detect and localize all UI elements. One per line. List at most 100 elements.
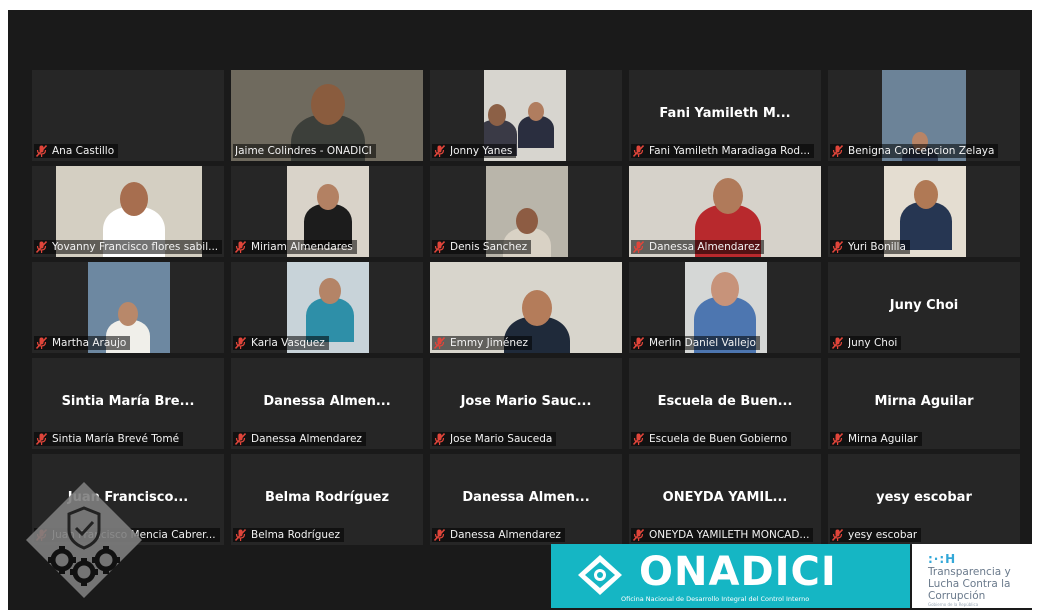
participant-name: Yovanny Francisco flores sabil...	[52, 241, 219, 253]
participant-tile[interactable]: Jaime Colindres - ONADICI	[231, 70, 423, 161]
participant-name-label: Jonny Yanes	[432, 144, 517, 158]
participant-tile[interactable]: yesy escobar yesy escobar	[828, 454, 1020, 545]
participant-tile[interactable]: Fani Yamileth M... Fani Yamileth Maradiag…	[629, 70, 821, 161]
muted-mic-icon	[633, 241, 644, 253]
participant-tile[interactable]: Danessa Almen... Danessa Almendarez	[231, 358, 423, 449]
onadici-emblem-icon	[578, 555, 622, 595]
onadici-logo-banner: ONADICI Oficina Nacional de Desarrollo I…	[551, 544, 910, 608]
participant-name-label: Mirna Aguilar	[830, 432, 922, 446]
participant-tile[interactable]: Sintia María Bre... Sintia María Brevé To…	[32, 358, 224, 449]
participant-name-label: Karla Vasquez	[233, 336, 329, 350]
participant-name-label: ONEYDA YAMILETH MONCAD...	[631, 528, 814, 542]
muted-mic-icon	[235, 337, 246, 349]
participant-tile[interactable]: Jose Mario Sauc... Jose Mario Sauceda	[430, 358, 622, 449]
participant-tile[interactable]: Karla Vasquez	[231, 262, 423, 353]
muted-mic-icon	[832, 433, 843, 445]
muted-mic-icon	[434, 241, 445, 253]
muted-mic-icon	[633, 337, 644, 349]
participant-name: Danessa Almendarez	[450, 529, 561, 541]
muted-mic-icon	[832, 241, 843, 253]
participant-name: Denis Sanchez	[450, 241, 528, 253]
muted-mic-icon	[633, 433, 644, 445]
participant-display-name: Fani Yamileth M...	[659, 106, 791, 121]
participant-display-name: Belma Rodríguez	[264, 490, 390, 505]
participant-name: Jose Mario Sauceda	[450, 433, 553, 445]
participant-name-label: Denis Sanchez	[432, 240, 532, 254]
participant-name-label: Jose Mario Sauceda	[432, 432, 557, 446]
participant-name: Sintia María Brevé Tomé	[52, 433, 180, 445]
participant-name-label: yesy escobar	[830, 528, 922, 542]
participant-name-label: Juny Choi	[830, 336, 902, 350]
participant-tile[interactable]: Miriam Almendares	[231, 166, 423, 257]
transparencia-small-text: Gobierno de la República	[928, 602, 979, 607]
participant-display-name: Sintia María Bre...	[61, 394, 195, 409]
transparencia-text: Transparencia y Lucha Contra la Corrupci…	[928, 566, 1011, 602]
participant-name: yesy escobar	[848, 529, 918, 541]
participant-name: Escuela de Buen Gobierno	[649, 433, 788, 445]
muted-mic-icon	[832, 529, 843, 541]
participant-name-label: Danessa Almendarez	[233, 432, 366, 446]
transparencia-mark-icon: :·:H	[928, 552, 957, 566]
participant-name: ONEYDA YAMILETH MONCAD...	[649, 529, 810, 541]
participant-display-name: Jose Mario Sauc...	[460, 394, 592, 409]
participant-tile[interactable]: Yovanny Francisco flores sabil...	[32, 166, 224, 257]
participant-tile[interactable]: Emmy Jiménez	[430, 262, 622, 353]
participant-name-label: Danessa Almendarez	[432, 528, 565, 542]
onadici-wordmark: ONADICI	[639, 549, 837, 595]
participant-name-label: Benigna Concepcion Zelaya	[830, 144, 999, 158]
participant-tile[interactable]: ONEYDA YAMIL... ONEYDA YAMILETH MONCAD...	[629, 454, 821, 545]
participant-tile[interactable]: Benigna Concepcion Zelaya	[828, 70, 1020, 161]
participant-name: Emmy Jiménez	[450, 337, 528, 349]
participant-name: Fani Yamileth Maradiaga Rod...	[649, 145, 811, 157]
muted-mic-icon	[36, 337, 47, 349]
participant-name: Yuri Bonilla	[848, 241, 906, 253]
participant-display-name: ONEYDA YAMIL...	[662, 490, 788, 505]
muted-mic-icon	[36, 433, 47, 445]
gears-shield-badge-icon	[26, 482, 142, 598]
participant-name: Jaime Colindres - ONADICI	[235, 145, 372, 157]
muted-mic-icon	[832, 337, 843, 349]
participant-name: Danessa Almendarez	[251, 433, 362, 445]
participant-name: Juny Choi	[848, 337, 898, 349]
participant-tile[interactable]: Ana Castillo	[32, 70, 224, 161]
participant-name: Jonny Yanes	[450, 145, 513, 157]
participant-name-label: Yuri Bonilla	[830, 240, 910, 254]
participant-name: Benigna Concepcion Zelaya	[848, 145, 995, 157]
muted-mic-icon	[235, 529, 246, 541]
participant-name: Martha Araujo	[52, 337, 127, 349]
participant-name: Ana Castillo	[52, 145, 115, 157]
muted-mic-icon	[434, 433, 445, 445]
participant-name-label: Emmy Jiménez	[432, 336, 532, 350]
participant-name-label: Miriam Almendares	[233, 240, 357, 254]
participant-name-label: Jaime Colindres - ONADICI	[233, 144, 376, 158]
participant-tile[interactable]: Merlin Daniel Vallejo	[629, 262, 821, 353]
participant-tile[interactable]: Escuela de Buen... Escuela de Buen Gobier…	[629, 358, 821, 449]
participant-display-name: Danessa Almen...	[462, 490, 590, 505]
participant-tile[interactable]: Juny Choi Juny Choi	[828, 262, 1020, 353]
participant-tile[interactable]: Belma Rodríguez Belma Rodríguez	[231, 454, 423, 545]
participant-display-name: Juny Choi	[889, 298, 959, 313]
participant-name-label: Martha Araujo	[34, 336, 131, 350]
participant-tile[interactable]: Danessa Almen... Danessa Almendarez	[430, 454, 622, 545]
participant-name: Mirna Aguilar	[848, 433, 918, 445]
participant-name-label: Yovanny Francisco flores sabil...	[34, 240, 223, 254]
participant-name-label: Merlin Daniel Vallejo	[631, 336, 760, 350]
participant-display-name: Danessa Almen...	[263, 394, 391, 409]
participant-name: Merlin Daniel Vallejo	[649, 337, 756, 349]
participant-tile[interactable]: Danessa Almendarez	[629, 166, 821, 257]
onadici-subtitle: Oficina Nacional de Desarrollo Integral …	[621, 595, 810, 603]
participant-tile[interactable]: Martha Araujo	[32, 262, 224, 353]
muted-mic-icon	[832, 145, 843, 157]
participant-name-label: Sintia María Brevé Tomé	[34, 432, 184, 446]
participant-name: Belma Rodríguez	[251, 529, 341, 541]
participant-grid: Ana Castillo Jaime Colindres - ONADICI Jon…	[32, 70, 1026, 545]
participant-tile[interactable]: Yuri Bonilla	[828, 166, 1020, 257]
muted-mic-icon	[633, 145, 644, 157]
participant-name-label: Ana Castillo	[34, 144, 119, 158]
participant-tile[interactable]: Denis Sanchez	[430, 166, 622, 257]
participant-tile[interactable]: Mirna Aguilar Mirna Aguilar	[828, 358, 1020, 449]
muted-mic-icon	[633, 529, 644, 541]
participant-tile[interactable]: Jonny Yanes	[430, 70, 622, 161]
participant-name: Miriam Almendares	[251, 241, 353, 253]
participant-name-label: Fani Yamileth Maradiaga Rod...	[631, 144, 815, 158]
